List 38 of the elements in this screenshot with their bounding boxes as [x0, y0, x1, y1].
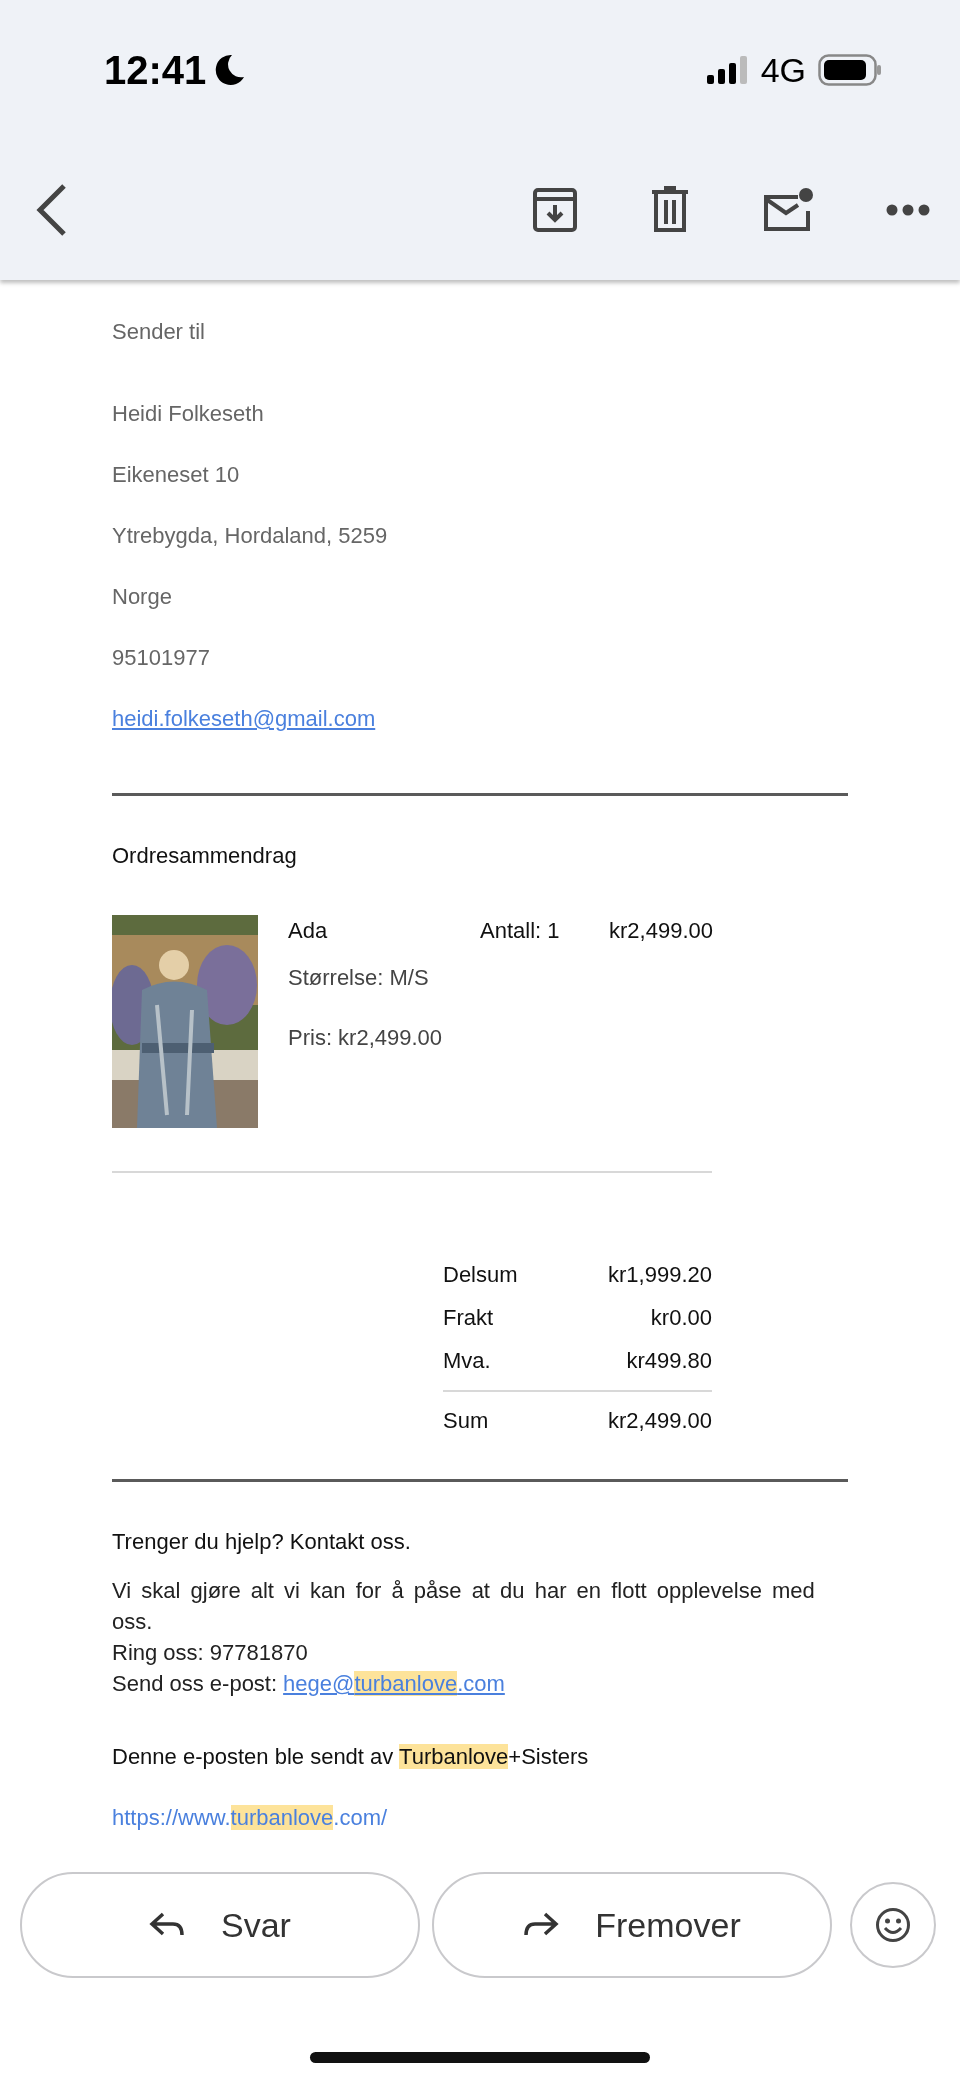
section-heading: Ordresammendrag: [112, 842, 298, 870]
total-value: kr1,999.20: [608, 1261, 712, 1289]
address-line: Eikeneset 10: [112, 461, 241, 489]
size-text: Størrelse: M/S: [288, 964, 430, 992]
status-time: 12:41: [104, 47, 207, 93]
total-label: Sum: [443, 1407, 489, 1435]
mark-unread-button[interactable]: [762, 187, 814, 233]
total-value: kr499.80: [626, 1347, 712, 1375]
more-button[interactable]: [886, 204, 930, 216]
address-line: Norge: [112, 583, 173, 611]
sender-text: Denne e-posten ble sendt av Turbanlove+Sisters: [112, 1743, 590, 1771]
total-label: Frakt: [443, 1304, 494, 1332]
help-paragraph: Vi skal gjøre alt vi kan for å påse at du har en flott opplevelse med oss.: [112, 1577, 816, 1636]
reply-button[interactable]: Svar: [20, 1872, 420, 1978]
phone-text: Ring oss: 97781870: [112, 1639, 309, 1667]
email-link[interactable]: heidi.folkeseth@gmail.com: [112, 706, 376, 731]
archive-button[interactable]: [532, 187, 578, 233]
back-button[interactable]: [34, 183, 68, 237]
battery-icon: [818, 54, 882, 86]
total-value: kr0.00: [650, 1304, 712, 1332]
network-label: 4G: [760, 50, 806, 90]
address-line: 95101977: [112, 644, 211, 672]
quantity-text: Antall: 1: [480, 917, 561, 945]
section-heading: Sender til: [112, 318, 206, 346]
address-line: Ytrebygda, Hordaland, 5259: [112, 522, 389, 550]
product-price: kr2,499.00: [608, 917, 713, 945]
smiley-icon: [875, 1907, 911, 1943]
delete-button[interactable]: [650, 186, 690, 234]
product-name: Ada: [288, 917, 329, 945]
help-heading: Trenger du hjelp? Kontakt oss.: [112, 1528, 412, 1556]
unit-price-text: Pris: kr2,499.00: [288, 1024, 444, 1052]
address-line: Heidi Folkeseth: [112, 400, 265, 428]
total-label: Delsum: [443, 1261, 518, 1289]
total-label: Mva.: [443, 1347, 491, 1375]
forward-button[interactable]: Fremover: [432, 1872, 832, 1978]
total-value: kr2,499.00: [608, 1407, 712, 1435]
signal-icon: [706, 56, 749, 84]
email-label: Send oss e-post:: [112, 1670, 278, 1698]
